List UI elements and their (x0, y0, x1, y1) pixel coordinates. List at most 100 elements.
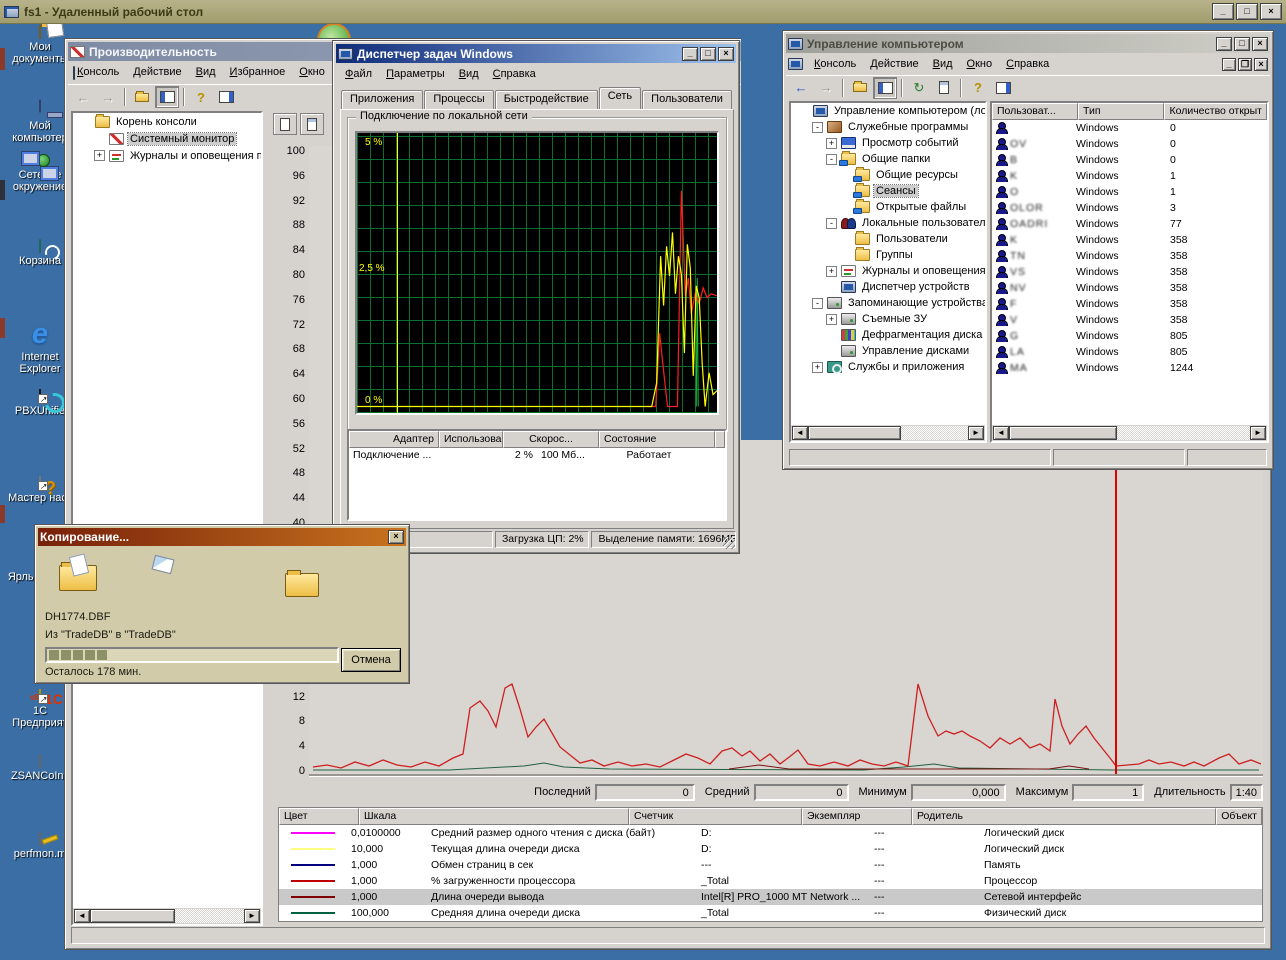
clear-display-icon[interactable] (300, 113, 324, 135)
cm-tree-item[interactable]: Дефрагментация диска (791, 327, 985, 343)
adapter-column-header[interactable]: Использовани... (439, 431, 503, 448)
counter-row[interactable]: 100,000 Средняя длина очереди диска _Tot… (279, 905, 1262, 921)
up-folder-icon[interactable] (848, 77, 872, 99)
scroll-left-icon[interactable]: ◄ (74, 909, 90, 923)
menu-item[interactable]: Вид (926, 55, 960, 73)
cm-tree-item[interactable]: Управление компьютером (локаль (791, 103, 985, 119)
menu-item[interactable]: Параметры (379, 65, 452, 83)
session-row[interactable]: V Windows 358 (992, 312, 1267, 328)
cm-tree-item[interactable]: Диспетчер устройств (791, 279, 985, 295)
session-row[interactable]: LA Windows 805 (992, 344, 1267, 360)
export-list-icon[interactable] (932, 77, 956, 99)
adapter-column-header[interactable]: Состояние (599, 431, 715, 448)
session-row[interactable]: MA Windows 1244 (992, 360, 1267, 376)
cm-tree-item[interactable]: Группы (791, 247, 985, 263)
session-row[interactable]: O Windows 1 (992, 184, 1267, 200)
maximize-button[interactable]: □ (1234, 37, 1250, 51)
session-row[interactable]: K Windows 1 (992, 168, 1267, 184)
adapter-column-header[interactable]: Адаптер (349, 431, 439, 448)
menu-item[interactable]: Вид (452, 65, 486, 83)
tab[interactable]: Приложения (341, 90, 423, 109)
counter-column-header[interactable]: Родитель (912, 808, 1216, 825)
counter-column-header[interactable]: Экземпляр (802, 808, 912, 825)
menu-item[interactable]: Избранное (223, 63, 293, 81)
tree-expand-toggle[interactable]: + (94, 150, 105, 161)
session-row[interactable]: NV Windows 358 (992, 280, 1267, 296)
computer-management-titlebar[interactable]: Управление компьютером _ □ × (786, 34, 1270, 53)
mdi-close-button[interactable]: × (1254, 58, 1268, 71)
cm-tree-item[interactable]: Сеансы (791, 183, 985, 199)
cm-tree-item[interactable]: Управление дисками (791, 343, 985, 359)
scroll-right-icon[interactable]: ► (968, 426, 984, 440)
tree-expand-toggle[interactable]: + (826, 266, 837, 277)
counter-row[interactable]: 0,0100000 Средний размер одного чтения с… (279, 825, 1262, 841)
session-row[interactable]: F Windows 358 (992, 296, 1267, 312)
tree-expand-toggle[interactable]: - (826, 218, 837, 229)
counter-row[interactable]: 1,000 Длина очереди вывода Intel[R] PRO_… (279, 889, 1262, 905)
mdi-restore-button[interactable]: ❐ (1238, 58, 1252, 71)
scroll-right-icon[interactable]: ► (244, 909, 260, 923)
tree-expand-toggle[interactable]: + (826, 138, 837, 149)
resize-grip[interactable] (723, 537, 735, 549)
counter-column-header[interactable]: Объект (1216, 808, 1262, 825)
show-right-pane-icon[interactable] (991, 77, 1015, 99)
help-icon[interactable] (189, 86, 213, 108)
sessions-horizontal-scrollbar[interactable]: ◄ ► (992, 425, 1267, 441)
session-row[interactable]: B Windows 0 (992, 152, 1267, 168)
tree-expand-toggle[interactable]: + (826, 314, 837, 325)
counter-column-header[interactable]: Цвет (279, 808, 359, 825)
tree-horizontal-scrollbar[interactable]: ◄ ► (73, 908, 261, 924)
close-button[interactable]: × (1252, 37, 1268, 51)
cm-tree-item[interactable]: + Съемные ЗУ (791, 311, 985, 327)
adapter-row[interactable]: Подключение ... 2 % 100 Мб... Работает (349, 448, 725, 464)
new-counter-set-icon[interactable] (273, 113, 297, 135)
task-manager-titlebar[interactable]: Диспетчер задач Windows _ □ × (336, 44, 736, 63)
remote-close-button[interactable]: × (1260, 3, 1282, 20)
session-row[interactable]: OLOR Windows 3 (992, 200, 1267, 216)
scroll-right-icon[interactable]: ► (1250, 426, 1266, 440)
cm-tree-item[interactable]: - Локальные пользователи (791, 215, 985, 231)
back-icon[interactable] (789, 77, 813, 99)
tree-expand-toggle[interactable]: - (812, 122, 823, 133)
mdi-minimize-button[interactable]: _ (1222, 58, 1236, 71)
tree-expand-toggle[interactable]: + (812, 362, 823, 373)
cm-tree-item[interactable]: - Запоминающие устройства (791, 295, 985, 311)
counter-row[interactable]: 1,000 Обмен страниц в сек --- --- Память (279, 857, 1262, 873)
cm-tree-item[interactable]: - Общие папки (791, 151, 985, 167)
sessions-column-header[interactable]: Пользоват... (992, 103, 1078, 120)
tab[interactable]: Быстродействие (495, 90, 598, 109)
menu-item[interactable]: Консоль (70, 63, 126, 81)
menu-item[interactable]: Окно (960, 55, 1000, 73)
session-row[interactable]: VS Windows 358 (992, 264, 1267, 280)
counter-row[interactable]: 1,000 % загруженности процессора _Total … (279, 873, 1262, 889)
menu-item[interactable]: Консоль (807, 55, 863, 73)
cancel-button[interactable]: Отмена (341, 648, 401, 672)
minimize-button[interactable]: _ (682, 47, 698, 61)
menu-item[interactable]: Действие (863, 55, 925, 73)
remote-minimize-button[interactable]: _ (1212, 3, 1234, 20)
session-row[interactable]: K Windows 358 (992, 232, 1267, 248)
minimize-button[interactable]: _ (1216, 37, 1232, 51)
show-console-tree-icon[interactable] (873, 77, 897, 99)
back-icon[interactable] (71, 86, 95, 108)
close-button[interactable]: × (388, 530, 404, 544)
menu-item[interactable]: Справка (999, 55, 1056, 73)
cm-tree-horizontal-scrollbar[interactable]: ◄ ► (791, 425, 985, 441)
menu-item[interactable]: Вид (189, 63, 223, 81)
show-right-pane-icon[interactable] (214, 86, 238, 108)
cm-tree-item[interactable]: + Просмотр событий (791, 135, 985, 151)
close-button[interactable]: × (718, 47, 734, 61)
show-console-tree-icon[interactable] (155, 86, 179, 108)
remote-maximize-button[interactable]: □ (1236, 3, 1258, 20)
cm-tree-item[interactable]: + Журналы и оповещения пр (791, 263, 985, 279)
session-row[interactable]: OV Windows 0 (992, 136, 1267, 152)
menu-item[interactable]: Действие (126, 63, 188, 81)
tree-expand-toggle[interactable]: - (826, 154, 837, 165)
tab[interactable]: Процессы (424, 90, 493, 109)
scroll-left-icon[interactable]: ◄ (792, 426, 808, 440)
forward-icon[interactable] (814, 77, 838, 99)
forward-icon[interactable] (96, 86, 120, 108)
counter-row[interactable]: 10,000 Текущая длина очереди диска D: --… (279, 841, 1262, 857)
counter-column-header[interactable]: Шкала (359, 808, 629, 825)
session-row[interactable]: G Windows 805 (992, 328, 1267, 344)
